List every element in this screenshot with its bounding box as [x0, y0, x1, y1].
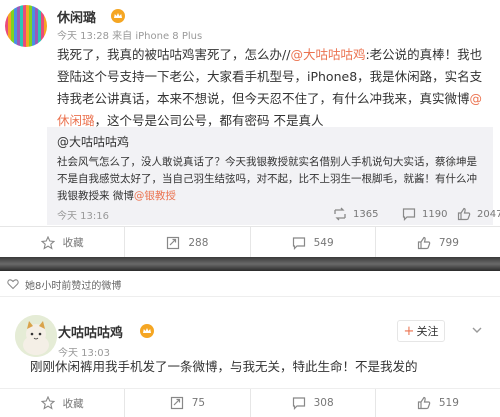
post-text: 我死了，我真的被咕咕鸡害死了，怎么办//@大咕咕咕鸡:老公说的真棒！我也登陆这个…	[57, 44, 487, 132]
username[interactable]: 大咕咕咕鸡	[58, 322, 123, 341]
avatar[interactable]	[5, 5, 47, 47]
vip-crown-icon	[140, 324, 154, 338]
action-bar: 收藏 75 308 519	[0, 388, 500, 417]
like-button[interactable]: 799	[376, 227, 500, 258]
divider-band	[0, 257, 500, 271]
action-count: 308	[313, 397, 334, 409]
repost-text: 社会风气怎么了，没人敢说真话了？今天我银教授就实名借别人手机说句大实话，蔡徐坤是…	[57, 154, 487, 205]
action-count: 519	[438, 397, 459, 409]
count: 1365	[353, 208, 379, 220]
avatar[interactable]	[15, 315, 57, 357]
post-text: 刚刚休闲裤用我手机发了一条微博，与我无关，特此生命！不是我发的	[30, 359, 418, 374]
action-label: 收藏	[62, 237, 84, 249]
action-count: 549	[313, 236, 334, 249]
plus-icon: +	[403, 323, 415, 339]
repost-author[interactable]: @大咕咕咕鸡	[57, 133, 129, 150]
action-count: 799	[438, 236, 459, 249]
count: 2047	[477, 208, 500, 220]
heart-icon	[7, 279, 19, 290]
favorite-button[interactable]: 收藏	[0, 227, 126, 258]
repost-button[interactable]: 288	[125, 227, 251, 258]
comment-button[interactable]: 308	[251, 389, 376, 417]
repost-icon	[167, 236, 180, 249]
mention-link[interactable]: @银教授	[134, 190, 176, 202]
like-icon	[457, 207, 471, 221]
chevron-down-icon[interactable]	[471, 324, 483, 336]
username[interactable]: 休闲璐	[57, 7, 96, 26]
repost-like-count[interactable]: 2047	[457, 207, 500, 221]
reposted-content[interactable]: @大咕咕咕鸡 社会风气怎么了，没人敢说真话了？今天我银教授就实名借别人手机说句大…	[47, 127, 500, 225]
count: 1190	[422, 208, 448, 220]
action-count: 288	[188, 236, 209, 249]
notice-text: 她8小时前赞过的微博	[25, 281, 122, 292]
comment-icon	[402, 208, 416, 221]
post-text-part: 我死了，我真的被咕咕鸡害死了，怎么办//	[57, 47, 291, 62]
mention-link[interactable]: @大咕咕咕鸡	[290, 47, 365, 62]
repost-button[interactable]: 75	[125, 389, 251, 417]
repost-icon	[170, 396, 183, 410]
cat-avatar-image	[15, 315, 57, 357]
action-bar: 收藏 288 549 799	[0, 226, 500, 258]
star-icon	[40, 396, 55, 410]
favorite-button[interactable]: 收藏	[0, 389, 126, 417]
repost-icon	[334, 207, 346, 221]
comment-icon	[292, 236, 305, 250]
vip-crown-icon	[111, 9, 125, 23]
like-button[interactable]: 519	[376, 389, 500, 417]
follow-button[interactable]: + 关注	[397, 320, 445, 342]
liked-notice: 她8小时前赞过的微博	[0, 271, 500, 297]
like-icon	[417, 396, 431, 410]
repost-text-part: 社会风气怎么了，没人敢说真话了？今天我银教授就实名借别人手机说句大实话，蔡徐坤是…	[57, 156, 477, 202]
star-icon	[40, 235, 55, 250]
post-text-part: ，这个号是公司公号，都有密码 不是真人	[94, 113, 324, 128]
repost-meta: 今天 13:16	[57, 211, 109, 222]
comment-button[interactable]: 549	[251, 227, 376, 258]
repost-comment-count[interactable]: 1190	[402, 207, 447, 221]
action-count: 75	[191, 397, 206, 409]
follow-label: 关注	[416, 325, 439, 338]
action-label: 收藏	[62, 397, 84, 410]
repost-repost-count[interactable]: 1365	[333, 207, 378, 221]
post-meta: 今天 13:28 来自 iPhone 8 Plus	[57, 31, 203, 42]
like-icon	[417, 236, 431, 249]
comment-icon	[292, 397, 305, 410]
weibo-post-1: 休闲璐 今天 13:28 来自 iPhone 8 Plus 我死了，我真的被咕咕…	[0, 0, 500, 258]
